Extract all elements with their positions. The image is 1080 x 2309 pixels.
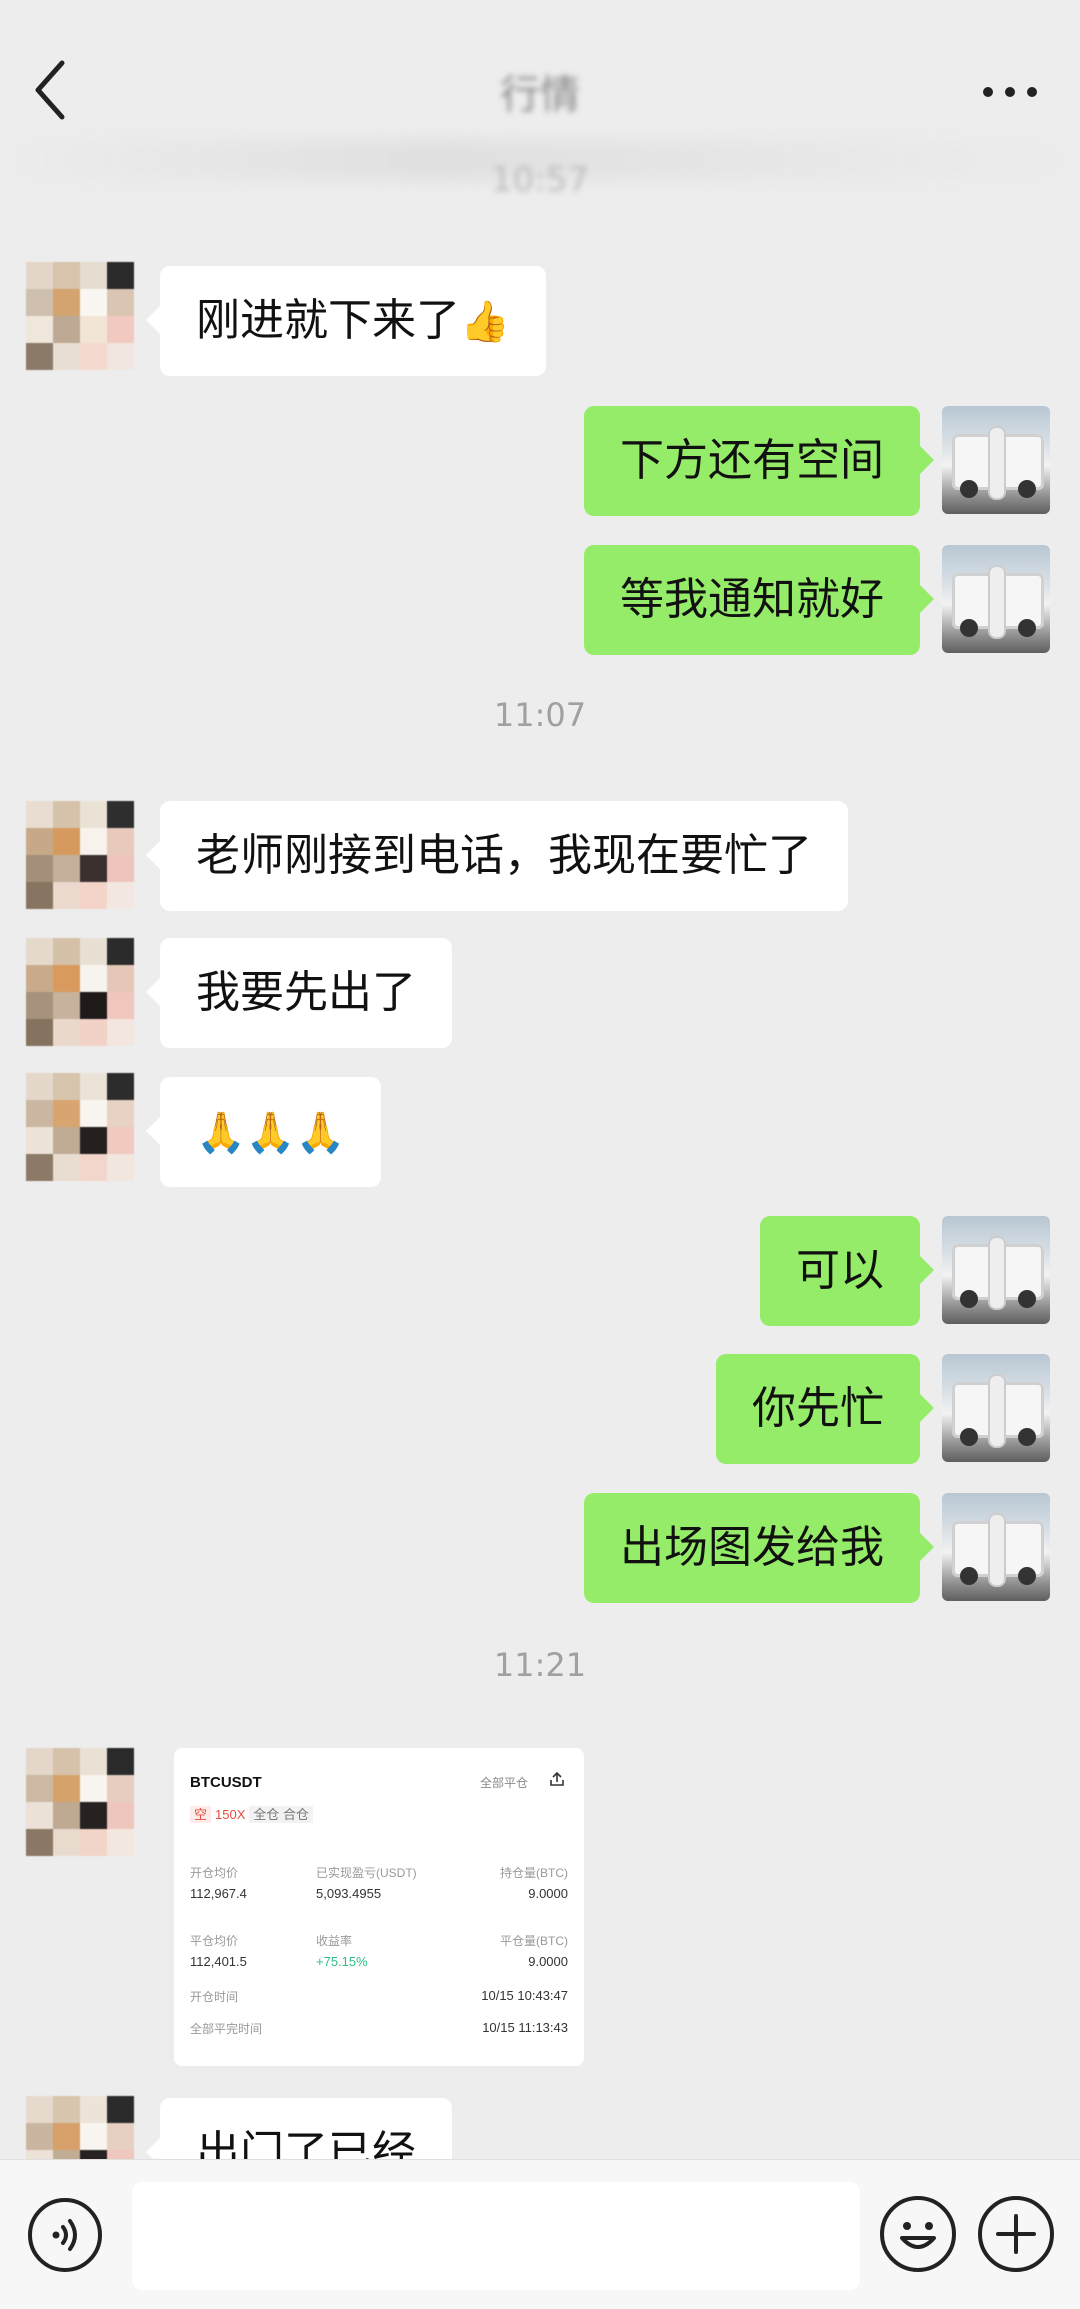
share-icon bbox=[548, 1770, 566, 1793]
trade-symbol: BTCUSDT bbox=[190, 1774, 262, 1791]
message-text: 等我通知就好 bbox=[620, 574, 884, 625]
input-bar bbox=[0, 2159, 1080, 2309]
plus-icon[interactable] bbox=[978, 2196, 1054, 2272]
message-text: 下方还有空间 bbox=[620, 435, 884, 486]
contact-avatar[interactable] bbox=[26, 801, 134, 909]
user-avatar[interactable] bbox=[942, 406, 1050, 514]
timestamp-blurred: 10:57 bbox=[491, 160, 589, 200]
user-avatar[interactable] bbox=[942, 545, 1050, 653]
margin-mode-tag: 全仓 合仓 bbox=[249, 1806, 314, 1823]
message-bubble-incoming[interactable]: 我要先出了 bbox=[146, 938, 452, 1048]
timestamp: 11:07 bbox=[493, 696, 587, 734]
message-text: 刚进就下来了 bbox=[196, 295, 460, 346]
more-dots-icon[interactable] bbox=[970, 70, 1050, 110]
close-avg-label: 平仓均价 bbox=[190, 1934, 239, 1948]
timestamp: 11:21 bbox=[493, 1646, 587, 1684]
message-input[interactable] bbox=[132, 2182, 860, 2290]
emoji-icon[interactable] bbox=[880, 2196, 956, 2272]
message-bubble-incoming[interactable]: 刚进就下来了👍 bbox=[146, 266, 546, 376]
close-avg-value: 112,401.5 bbox=[190, 1954, 247, 1969]
close-time-value: 10/15 11:13:43 bbox=[482, 2020, 568, 2035]
open-avg-label: 开仓均价 bbox=[190, 1866, 239, 1880]
position-tags: 空 150X 全仓 合仓 bbox=[190, 1804, 314, 1823]
yield-label: 收益率 bbox=[316, 1934, 353, 1948]
pray-emoji: 🙏🙏🙏 bbox=[196, 1110, 346, 1156]
open-avg-value: 112,967.4 bbox=[190, 1886, 247, 1901]
realized-pnl-label: 已实现盈亏(USDT) bbox=[316, 1866, 417, 1880]
contact-avatar[interactable] bbox=[26, 1748, 134, 1856]
trade-screenshot-card[interactable]: BTCUSDT 全部平仓 空 150X 全仓 合仓 开仓均价 112,967.4 已… bbox=[174, 1748, 584, 2066]
message-text: 我要先出了 bbox=[196, 967, 416, 1018]
leverage-tag: 150X bbox=[215, 1807, 246, 1822]
close-qty-label: 平仓量(BTC) bbox=[500, 1934, 568, 1948]
message-text: 老师刚接到电话，我现在要忙了 bbox=[196, 830, 812, 881]
close-all-label: 全部平仓 bbox=[479, 1776, 528, 1790]
message-bubble-outgoing[interactable]: 下方还有空间 bbox=[584, 406, 934, 516]
voice-icon[interactable] bbox=[28, 2198, 102, 2272]
thumbs-up-emoji: 👍 bbox=[460, 299, 510, 345]
contact-avatar[interactable] bbox=[26, 262, 134, 370]
chat-title: 行情 bbox=[500, 72, 580, 118]
yield-value: +75.15% bbox=[316, 1954, 368, 1969]
close-time-label: 全部平完时间 bbox=[190, 2022, 263, 2036]
contact-avatar[interactable] bbox=[26, 1073, 134, 1181]
message-bubble-outgoing[interactable]: 你先忙 bbox=[716, 1354, 934, 1464]
user-avatar[interactable] bbox=[942, 1354, 1050, 1462]
position-qty-value: 9.0000 bbox=[528, 1886, 568, 1901]
message-text: 可以 bbox=[796, 1245, 884, 1296]
close-qty-value: 9.0000 bbox=[528, 1954, 568, 1969]
message-bubble-outgoing[interactable]: 等我通知就好 bbox=[584, 545, 934, 655]
message-text: 你先忙 bbox=[752, 1383, 884, 1434]
open-time-value: 10/15 10:43:47 bbox=[481, 1988, 568, 2003]
user-avatar[interactable] bbox=[942, 1216, 1050, 1324]
short-tag: 空 bbox=[190, 1806, 212, 1823]
message-bubble-incoming[interactable]: 老师刚接到电话，我现在要忙了 bbox=[146, 801, 848, 911]
position-qty-label: 持仓量(BTC) bbox=[500, 1866, 568, 1880]
message-bubble-outgoing[interactable]: 可以 bbox=[760, 1216, 934, 1326]
message-bubble-outgoing[interactable]: 出场图发给我 bbox=[584, 1493, 934, 1603]
user-avatar[interactable] bbox=[942, 1493, 1050, 1601]
open-time-label: 开仓时间 bbox=[190, 1990, 239, 2004]
message-text: 出场图发给我 bbox=[620, 1522, 884, 1573]
contact-avatar[interactable] bbox=[26, 938, 134, 1046]
realized-pnl-value: 5,093.4955 bbox=[316, 1886, 382, 1901]
message-bubble-incoming[interactable]: 🙏🙏🙏 bbox=[145, 1077, 382, 1187]
